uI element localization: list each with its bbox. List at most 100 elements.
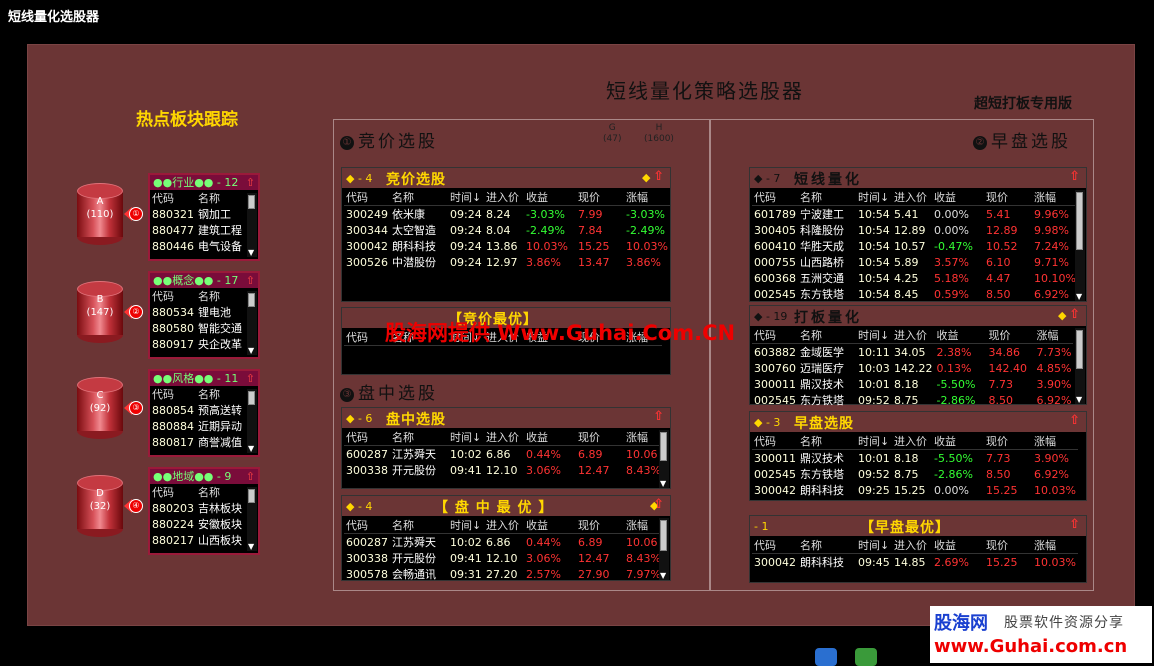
up-arrow-icon[interactable]: ⇧ [1069,413,1080,428]
tray-shield-icon[interactable] [815,648,837,666]
table-row[interactable]: 002545 东方铁塔 09:52 8.75 -2.86% 8.50 6.92% [752,392,1073,408]
table-row[interactable]: 880917 央企改革 [150,336,250,352]
tray-chat-icon[interactable] [855,648,877,666]
table-row[interactable]: 300760 迈瑞医疗 10:03 142.22 0.13% 142.40 4.85% [752,360,1073,376]
table-row[interactable]: 300405 科隆股份 10:54 12.89 0.00% 12.89 9.98% [752,222,1078,238]
table-row[interactable]: 300338 开元股份 09:41 12.10 3.06% 12.47 8.43% [344,462,663,478]
table-row[interactable]: 600287 江苏舜天 10:02 6.86 0.44% 6.89 10.06 [344,534,663,551]
panel-zaopan-best[interactable]: - 1 【早盘最优】 ⇧ 代码 名称 时间↓ 进入价 收益 现价 涨幅 300042 朗科科技 09:4… [749,515,1087,583]
table-row[interactable]: 880580 智能交通 [150,320,250,336]
scroll-thumb[interactable] [660,520,667,551]
scrollbar[interactable]: ▼ [1075,328,1085,404]
scrollbar[interactable]: ▼ [247,193,257,257]
table-row[interactable]: 600410 华胜天成 10:54 10.57 -0.47% 10.52 7.24% [752,238,1078,254]
scroll-down-icon[interactable]: ▼ [248,543,254,551]
table-row[interactable]: 600287 江苏舜天 10:02 6.86 0.44% 6.89 10.06 [344,446,663,463]
panel-panzhong[interactable]: ◆ - 6 盘中选股 ⇧ 代码 名称 时间↓ 进入价 收益 现价 涨幅 600287 江苏舜天 10:0… [341,407,671,489]
table-row[interactable]: 300338 开元股份 09:41 12.10 3.06% 12.47 8.43% [344,550,663,566]
up-arrow-icon[interactable]: ⇧ [246,371,255,386]
table-row[interactable]: 880817 商誉减值 [150,434,250,450]
scroll-thumb[interactable] [1076,330,1083,369]
table-row[interactable]: 300042 朗科科技 09:25 15.25 0.00% 15.25 10.03% [752,482,1078,498]
scroll-thumb[interactable] [248,195,255,209]
sector-cylinder[interactable]: A (110) [77,183,123,245]
sector-panel[interactable]: ●●地域●● - 9 ⇧ 代码 名称 880203 吉林板块 880224 安徽板块 8802… [148,467,260,555]
table-row[interactable]: 601789 宁波建工 10:54 5.41 0.00% 5.41 9.96% [752,206,1078,223]
panel-duanxian[interactable]: ◆ - 7 短线量化 ⇧ 代码 名称 时间↓ 进入价 收益 现价 涨幅 601789 宁波建工 10:5… [749,167,1087,302]
table-row[interactable]: 300042 朗科科技 09:24 13.86 10.03% 15.25 10.03% [344,238,670,254]
table-row[interactable]: 880477 建筑工程 [150,222,250,238]
up-arrow-icon[interactable]: ⇧ [1069,517,1080,532]
col-header: 收益 [932,189,984,206]
table-row[interactable]: 300042 朗科科技 09:45 14.85 2.69% 15.25 10.03% [752,554,1078,571]
up-arrow-icon[interactable]: ⇧ [653,497,664,512]
scrollbar[interactable]: ▼ [1075,190,1085,301]
sector-panel[interactable]: ●●行业●● - 12 ⇧ 代码 名称 880321 钢加工 880477 建筑工程 8804… [148,173,260,261]
up-arrow-icon[interactable]: ⇧ [1069,169,1080,184]
stock-cell: 7.24% [1034,239,1069,253]
sector-cylinder[interactable]: B (147) [77,281,123,343]
sector-cylinder[interactable]: C (92) [77,377,123,439]
panel-panzhong-best[interactable]: ◆ - 4 【 盘 中 最 优 】 ◆ ⇧ 代码 名称 时间↓ 进入价 收益 现价 涨幅 600287… [341,495,671,581]
col-header: 进入价 [892,537,932,554]
scroll-thumb[interactable] [660,432,667,461]
scroll-thumb[interactable] [248,489,255,503]
sector-link-badge[interactable]: ① [124,207,146,221]
panel-jingjia[interactable]: ◆ - 4 竞价选股 ◆ ⇧ 代码 名称 时间↓ 进入价 收益 现价 涨幅 300249 依米康 09:2… [341,167,671,302]
up-arrow-icon[interactable]: ⇧ [246,273,255,288]
scroll-down-icon[interactable]: ▼ [1076,293,1082,301]
stock-table: 代码 名称 时间↓ 进入价 收益 现价 涨幅 600287 江苏舜天 10:02 6.86 0.44%… [344,517,663,582]
scrollbar[interactable]: ▼ [659,430,669,488]
table-row[interactable]: 880203 吉林板块 [150,500,250,516]
table-row[interactable]: 880854 预高送转 [150,402,250,418]
table-row[interactable]: 300578 会畅通讯 09:31 27.20 2.57% 27.90 7.97% [344,566,663,582]
sector-cylinder[interactable]: D (32) [77,475,123,537]
table-row[interactable]: 880884 近期异动 [150,418,250,434]
scroll-down-icon[interactable]: ▼ [248,445,254,453]
table-row[interactable]: 300011 鼎汉技术 10:01 8.18 -5.50% 7.73 3.90% [752,450,1078,467]
panel-zaopan[interactable]: ◆ - 3 早盘选股 ⇧ 代码 名称 时间↓ 进入价 收益 现价 涨幅 300011 鼎汉技术 10:0… [749,411,1087,501]
scroll-down-icon[interactable]: ▼ [1076,396,1082,404]
table-row[interactable]: 880224 安徽板块 [150,516,250,532]
scroll-down-icon[interactable]: ▼ [248,347,254,355]
table-row[interactable]: 300344 太空智造 09:24 8.04 -2.49% 7.84 -2.49% [344,222,670,238]
table-row[interactable]: 002545 东方铁塔 09:52 8.75 -2.86% 8.50 6.92% [752,466,1078,482]
up-arrow-icon[interactable]: ⇧ [653,409,664,424]
table-row[interactable]: 300011 鼎汉技术 10:01 8.18 -5.50% 7.73 3.90% [752,376,1073,392]
scrollbar[interactable]: ▼ [247,291,257,355]
table-row[interactable]: 000755 山西路桥 10:54 5.89 3.57% 6.10 9.71% [752,254,1078,270]
scrollbar[interactable]: ▼ [247,487,257,551]
table-row[interactable]: 880217 山西板块 [150,532,250,548]
sector-link-badge[interactable]: ③ [124,401,146,415]
table-row[interactable]: 002545 东方铁塔 10:54 8.45 0.59% 8.50 6.92% [752,286,1078,302]
scroll-thumb[interactable] [248,293,255,307]
up-arrow-icon[interactable]: ⇧ [653,169,664,184]
table-row[interactable]: 880534 锂电池 [150,304,250,320]
sector-link-badge[interactable]: ② [124,305,146,319]
sector-panel[interactable]: ●●概念●● - 17 ⇧ 代码 名称 880534 锂电池 880580 智能交通 8809… [148,271,260,359]
table-row[interactable]: 600368 五洲交通 10:54 4.25 5.18% 4.47 10.10% [752,270,1078,286]
sector-link-badge[interactable]: ④ [124,499,146,513]
early-section-title: ② 早盘选股 [973,127,1071,152]
scroll-down-icon[interactable]: ▼ [248,249,254,257]
col-header: 名称 [390,517,448,534]
table-row[interactable]: 300526 中潜股份 09:24 12.97 3.86% 13.47 3.86% [344,254,670,270]
scroll-down-icon[interactable]: ▼ [660,572,666,580]
panel-daban[interactable]: ◆ - 19 打板量化 ◆ ⇧ 代码 名称 时间↓ 进入价 收益 现价 涨幅 603882 金域医学 10… [749,305,1087,408]
up-arrow-icon[interactable]: ⇧ [1069,307,1080,322]
up-arrow-icon[interactable]: ⇧ [246,175,255,190]
table-row[interactable]: 603882 金域医学 10:11 34.05 2.38% 34.86 7.73% [752,344,1073,361]
stock-cell: 6.92% [1034,467,1069,481]
scroll-thumb[interactable] [248,391,255,405]
scroll-thumb[interactable] [1076,192,1083,250]
table-row[interactable]: 880446 电气设备 [150,238,250,254]
up-arrow-icon[interactable]: ⇧ [246,469,255,484]
scrollbar[interactable]: ▼ [659,518,669,580]
scroll-down-icon[interactable]: ▼ [660,480,666,488]
scrollbar[interactable]: ▼ [247,389,257,453]
stock-cell: 10:01 [858,377,890,391]
table-row[interactable]: 300249 依米康 09:24 8.24 -3.03% 7.99 -3.03% [344,206,670,223]
table-row[interactable]: 880321 钢加工 [150,206,250,222]
sector-panel[interactable]: ●●风格●● - 11 ⇧ 代码 名称 880854 预高送转 880884 近期异动 880… [148,369,260,457]
stock-cell: 4.85% [1036,361,1072,375]
